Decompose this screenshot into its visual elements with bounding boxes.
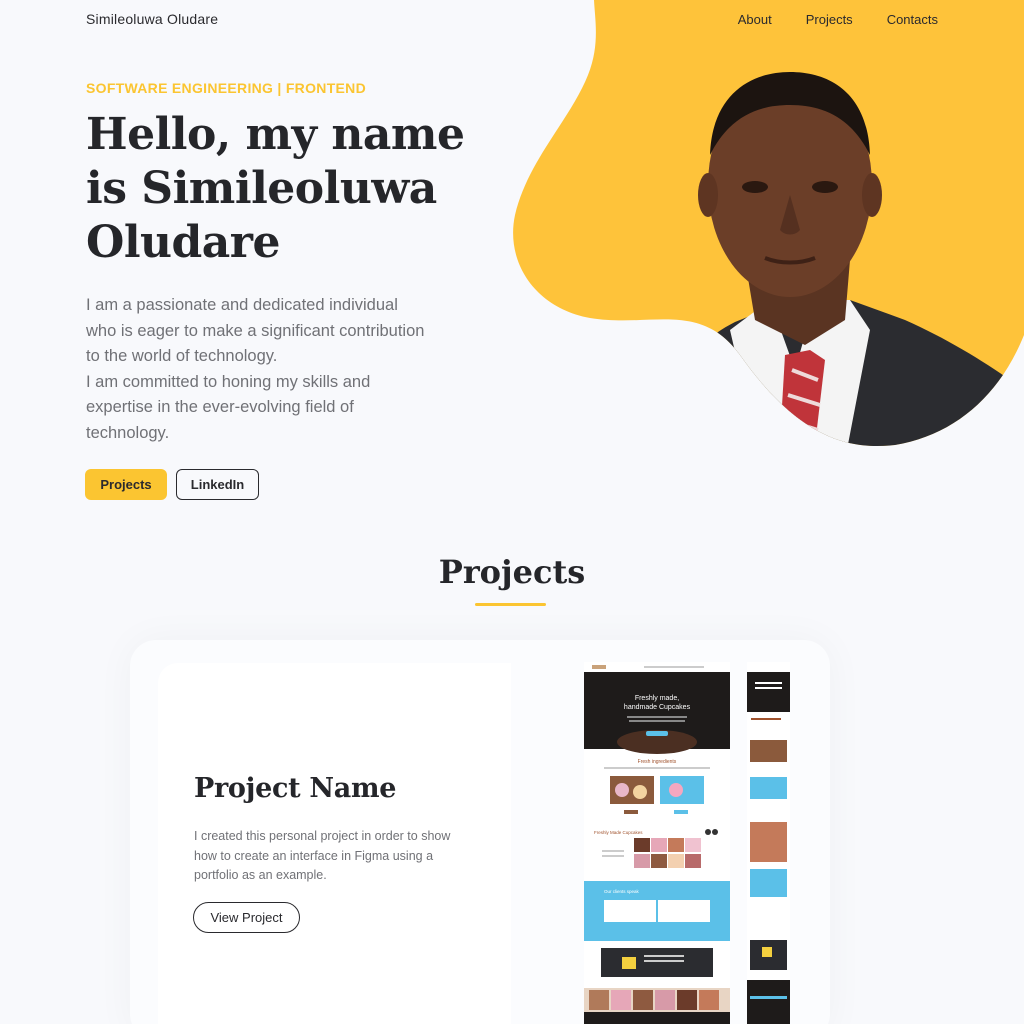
project-description: I created this personal project in order… [194,829,451,882]
hero-title: Hello, my name is Simileoluwa Oludare [86,109,465,268]
project-desktop-mockup: Freshly made, handmade Cupcakes Fresh in… [584,662,730,1024]
hero-description-line-2: I am committed to honing my skills and e… [86,372,371,442]
linkedin-button[interactable]: LinkedIn [176,469,259,500]
mockup-section-3: Our clients speak [604,889,640,894]
top-nav: About Projects Contacts [738,12,938,27]
nav-link-about[interactable]: About [738,12,772,27]
nav-link-contacts[interactable]: Contacts [887,12,938,27]
projects-button[interactable]: Projects [85,469,167,500]
nav-link-projects[interactable]: Projects [806,12,853,27]
section-title-underline [475,603,546,606]
hero-eyebrow: SOFTWARE ENGINEERING | FRONTEND [86,80,367,96]
hero-description: I am a passionate and dedicated individu… [86,293,426,447]
project-name: Project Name [194,773,397,804]
hero-description-line-1: I am a passionate and dedicated individu… [86,296,425,366]
projects-section-title: Projects [438,553,586,591]
mockup-section-2: Freshly Made Cupcakes [594,830,643,835]
mockup-hero-heading: handmade Cupcakes [624,704,691,711]
project-mobile-mockup [747,662,790,1024]
view-project-button[interactable]: View Project [193,902,300,933]
mockup-section-1: Fresh ingredients [638,759,677,765]
mockup-hero-heading: Freshly made, [635,695,679,702]
site-brand[interactable]: Simileoluwa Oludare [86,11,218,27]
